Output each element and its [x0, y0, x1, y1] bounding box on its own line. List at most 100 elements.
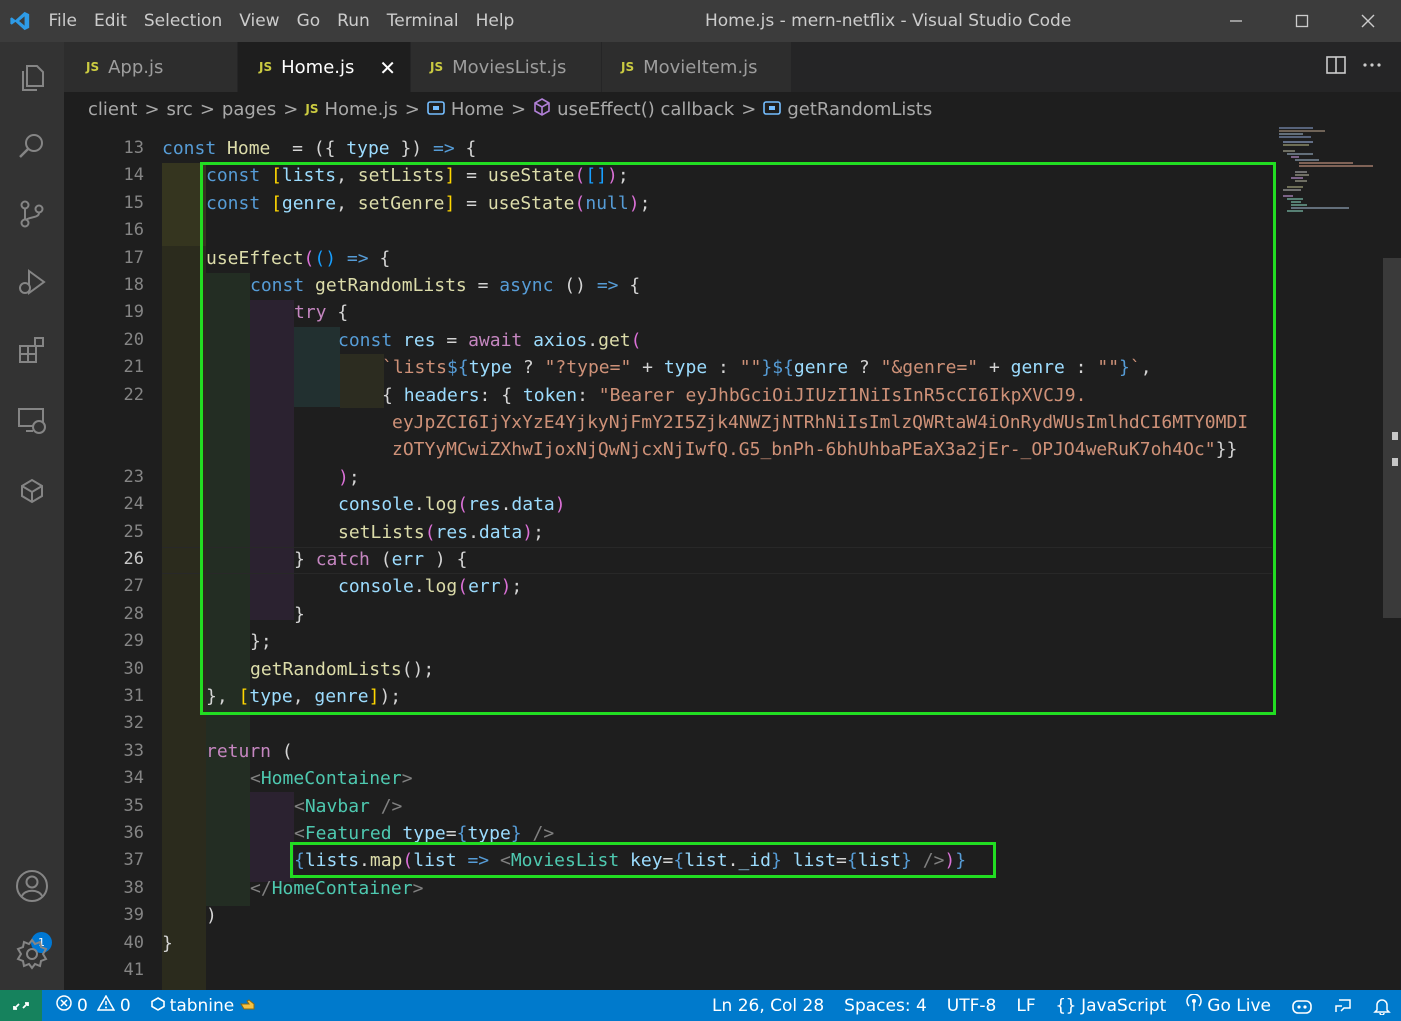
js-file-icon: JS — [430, 60, 444, 74]
code-token: const — [162, 138, 228, 159]
js-file-icon: JS — [305, 102, 319, 116]
line-number: 18 — [123, 275, 144, 295]
code-line[interactable]: } — [162, 930, 173, 957]
breadcrumb-symbol[interactable]: useEffect() callback — [557, 99, 734, 120]
minimap[interactable] — [1273, 126, 1383, 246]
tab-movieitem-js[interactable]: JS MovieItem.js — [602, 42, 792, 92]
close-window-button[interactable] — [1335, 0, 1401, 42]
go-live-button[interactable]: Go Live — [1176, 993, 1281, 1017]
cursor-position[interactable]: Ln 26, Col 28 — [702, 996, 834, 1016]
line-number-gutter: 13 14 15 16 17 18 19 20 21 22 23 24 25 26 27 28 29 30 31 32… — [64, 126, 144, 990]
breadcrumb-separator: > — [404, 98, 420, 120]
menu-go[interactable]: Go — [288, 0, 329, 42]
code-line[interactable]: <Navbar /> — [294, 793, 402, 820]
close-tab-icon[interactable]: ✕ — [379, 56, 396, 80]
code-token: { — [454, 138, 477, 159]
code-editor[interactable]: 13 14 15 16 17 18 19 20 21 22 23 24 25 26 27 28 29 30 31 32… — [64, 126, 1383, 990]
code-token: /> — [532, 823, 555, 844]
account-icon[interactable] — [0, 854, 64, 918]
status-right: Ln 26, Col 28 Spaces: 4 UTF-8 LF {} Java… — [702, 990, 1401, 1021]
go-live-label: Go Live — [1207, 995, 1271, 1016]
line-number: 21 — [123, 357, 144, 378]
more-actions-icon[interactable] — [1361, 54, 1383, 80]
code-token: }) — [389, 138, 433, 159]
line-number: 19 — [123, 302, 144, 323]
code-token: type — [346, 138, 390, 159]
settings-gear-icon[interactable] — [0, 922, 64, 986]
docker-icon[interactable] — [0, 458, 64, 522]
code-token: > — [401, 768, 413, 790]
code-line[interactable]: const Home = ({ type }) => { — [162, 135, 476, 162]
explorer-icon[interactable] — [0, 46, 64, 110]
menu-run[interactable]: Run — [329, 0, 379, 42]
code-token: Navbar — [304, 795, 370, 817]
indentation[interactable]: Spaces: 4 — [834, 996, 937, 1016]
code-token: < — [250, 768, 261, 790]
menu-file[interactable]: File — [40, 0, 85, 42]
line-number: 36 — [123, 823, 144, 843]
tab-home-js[interactable]: JS Home.js ✕ — [238, 42, 411, 92]
broadcast-icon — [1186, 993, 1202, 1017]
status-bar: 0 0 tabnine Ln 26, Col 28 Spaces: 4 UTF-… — [0, 990, 1401, 1021]
minimize-button[interactable] — [1203, 0, 1269, 42]
code-token: Home — [227, 138, 271, 159]
breadcrumb-item[interactable]: pages — [222, 99, 276, 120]
tab-app-js[interactable]: JS App.js — [64, 42, 238, 92]
menu-bar: File Edit Selection View Go Run Terminal… — [40, 0, 523, 42]
language-label: JavaScript — [1081, 995, 1167, 1016]
js-file-icon: JS — [621, 60, 635, 74]
line-number: 23 — [123, 466, 144, 487]
line-number: 13 — [123, 138, 144, 158]
maximize-button[interactable] — [1269, 0, 1335, 42]
breadcrumb-file[interactable]: Home.js — [324, 99, 397, 120]
error-count: 0 — [77, 995, 88, 1016]
editor-tabs: JS App.js JS Home.js ✕ JS MoviesList.js … — [64, 42, 1401, 92]
language-mode[interactable]: {} JavaScript — [1046, 996, 1177, 1016]
line-number: 40 — [123, 932, 144, 953]
remote-explorer-icon[interactable] — [0, 388, 64, 452]
vscode-logo-icon — [0, 0, 40, 42]
copilot-icon[interactable] — [1281, 997, 1323, 1015]
code-line[interactable]: return ( — [206, 738, 293, 765]
line-number: 24 — [123, 494, 144, 515]
line-number: 34 — [123, 768, 144, 789]
breadcrumb-symbol[interactable]: getRandomLists — [787, 99, 932, 120]
breadcrumb-symbol[interactable]: Home — [451, 99, 504, 120]
notifications-icon[interactable] — [1363, 997, 1401, 1015]
menu-selection[interactable]: Selection — [135, 0, 230, 42]
source-control-icon[interactable] — [0, 182, 64, 246]
line-number: 27 — [123, 576, 144, 597]
code-line[interactable]: </HomeContainer> — [250, 875, 423, 902]
end-of-line[interactable]: LF — [1006, 996, 1045, 1016]
breadcrumb-item[interactable]: client — [88, 99, 137, 120]
run-debug-icon[interactable] — [0, 250, 64, 314]
menu-terminal[interactable]: Terminal — [378, 0, 467, 42]
menu-help[interactable]: Help — [467, 0, 523, 42]
problems-indicator[interactable]: 0 0 — [42, 994, 141, 1016]
menu-view[interactable]: View — [231, 0, 288, 42]
code-token: type — [402, 823, 446, 844]
feedback-icon[interactable] — [1323, 997, 1363, 1015]
search-icon[interactable] — [0, 114, 64, 178]
line-number: 17 — [123, 247, 144, 268]
remote-indicator-icon[interactable] — [0, 990, 42, 1021]
line-number: 33 — [123, 740, 144, 761]
window-title: Home.js - mern-netflix - Visual Studio C… — [705, 11, 1072, 31]
vertical-scrollbar[interactable] — [1383, 126, 1401, 990]
code-line[interactable]: <HomeContainer> — [250, 765, 413, 792]
extensions-icon[interactable] — [0, 318, 64, 382]
encoding[interactable]: UTF-8 — [937, 996, 1007, 1016]
split-editor-icon[interactable] — [1325, 54, 1347, 80]
line-number: 38 — [123, 877, 144, 898]
code-line[interactable]: ) — [206, 902, 217, 929]
method-icon — [533, 97, 551, 121]
window-controls — [1203, 0, 1401, 42]
breadcrumb-item[interactable]: src — [167, 99, 193, 120]
indent-guide — [250, 792, 294, 882]
tab-movieslist-js[interactable]: JS MoviesList.js — [411, 42, 602, 92]
menu-edit[interactable]: Edit — [85, 0, 135, 42]
title-bar: File Edit Selection View Go Run Terminal… — [0, 0, 1401, 42]
line-number: 25 — [123, 521, 144, 542]
tabnine-status[interactable]: tabnine — [141, 995, 270, 1016]
